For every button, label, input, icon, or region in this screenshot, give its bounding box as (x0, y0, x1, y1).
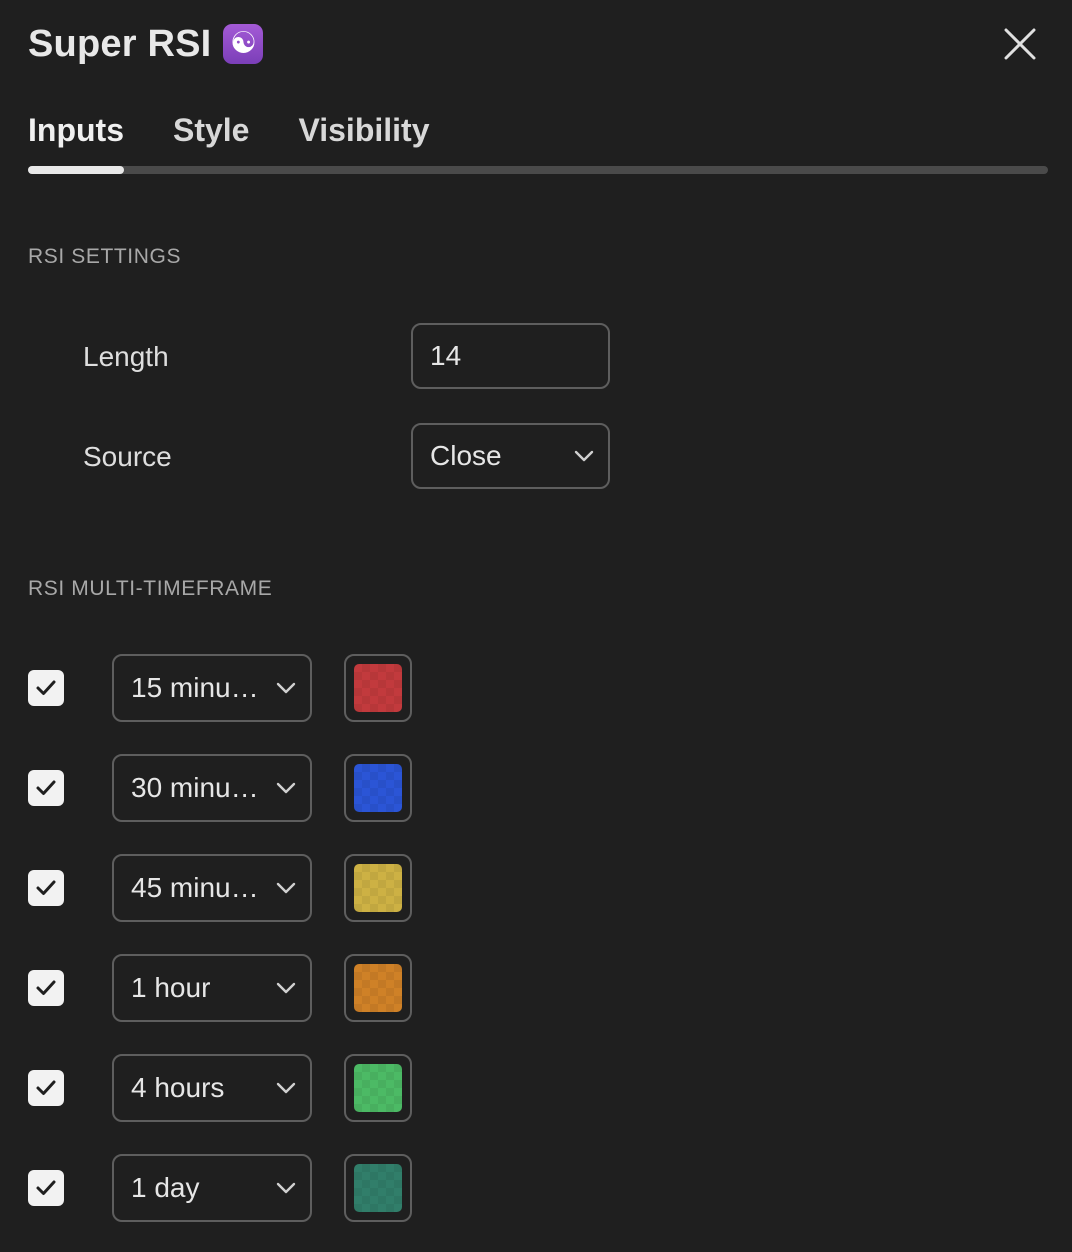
color-swatch-button[interactable] (344, 854, 412, 922)
checkmark-icon (36, 880, 56, 895)
yin-yang-icon: ☯ (223, 24, 264, 64)
timeframe-row: 15 minu… (0, 654, 1072, 722)
chevron-down-icon (276, 682, 296, 694)
timeframe-checkbox[interactable] (28, 770, 64, 806)
active-tab-indicator (28, 166, 124, 174)
timeframe-select[interactable]: 30 minu… (112, 754, 312, 822)
timeframe-select[interactable]: 45 minu… (112, 854, 312, 922)
color-swatch (354, 964, 402, 1012)
timeframe-select-value: 1 day (131, 1172, 200, 1203)
timeframe-row: 1 hour (0, 954, 1072, 1022)
tab-bar: Inputs Style Visibility (28, 112, 478, 149)
timeframe-checkbox[interactable] (28, 970, 64, 1006)
timeframe-row: 1 day (0, 1154, 1072, 1222)
color-swatch-button[interactable] (344, 954, 412, 1022)
chevron-down-icon (276, 1082, 296, 1094)
tab-track (28, 166, 1048, 174)
timeframe-select-value: 15 minu… (131, 672, 259, 703)
tab-style[interactable]: Style (173, 112, 249, 149)
checkmark-icon (36, 980, 56, 995)
chevron-down-icon (276, 882, 296, 894)
checkmark-icon (36, 780, 56, 795)
timeframe-row: 45 minu… (0, 854, 1072, 922)
color-swatch-button[interactable] (344, 654, 412, 722)
length-label: Length (83, 341, 169, 372)
source-select-value: Close (430, 440, 502, 471)
color-swatch-button[interactable] (344, 754, 412, 822)
timeframe-select[interactable]: 1 hour (112, 954, 312, 1022)
timeframe-checkbox[interactable] (28, 1170, 64, 1206)
section-heading-rsi-settings: RSI SETTINGS (28, 245, 182, 268)
timeframe-row: 4 hours (0, 1054, 1072, 1122)
chevron-down-icon (276, 982, 296, 994)
tab-inputs[interactable]: Inputs (28, 112, 124, 149)
color-swatch (354, 1064, 402, 1112)
checkmark-icon (36, 1080, 56, 1095)
timeframe-select-value: 4 hours (131, 1072, 225, 1103)
timeframe-row: 30 minu… (0, 754, 1072, 822)
timeframe-select-value: 1 hour (131, 972, 211, 1003)
color-swatch (354, 664, 402, 712)
chevron-down-icon (574, 450, 594, 462)
timeframe-checkbox[interactable] (28, 1070, 64, 1106)
tab-visibility[interactable]: Visibility (298, 112, 429, 149)
section-heading-rsi-multi-timeframe: RSI MULTI-TIMEFRAME (28, 577, 273, 600)
chevron-down-icon (276, 1182, 296, 1194)
timeframe-checkbox[interactable] (28, 670, 64, 706)
checkmark-icon (36, 680, 56, 695)
length-input[interactable] (411, 323, 610, 389)
close-icon[interactable] (998, 22, 1042, 66)
timeframe-select[interactable]: 1 day (112, 1154, 312, 1222)
timeframe-select[interactable]: 4 hours (112, 1054, 312, 1122)
timeframe-checkbox[interactable] (28, 870, 64, 906)
source-select[interactable]: Close (411, 423, 610, 489)
checkmark-icon (36, 1180, 56, 1195)
source-label: Source (83, 441, 172, 472)
dialog-header: Super RSI ☯ (28, 18, 264, 70)
dialog-title: Super RSI (28, 22, 212, 65)
timeframe-select[interactable]: 15 minu… (112, 654, 312, 722)
color-swatch (354, 864, 402, 912)
timeframe-select-value: 45 minu… (131, 872, 259, 903)
color-swatch-button[interactable] (344, 1054, 412, 1122)
color-swatch (354, 1164, 402, 1212)
color-swatch (354, 764, 402, 812)
color-swatch-button[interactable] (344, 1154, 412, 1222)
timeframe-select-value: 30 minu… (131, 772, 259, 803)
chevron-down-icon (276, 782, 296, 794)
